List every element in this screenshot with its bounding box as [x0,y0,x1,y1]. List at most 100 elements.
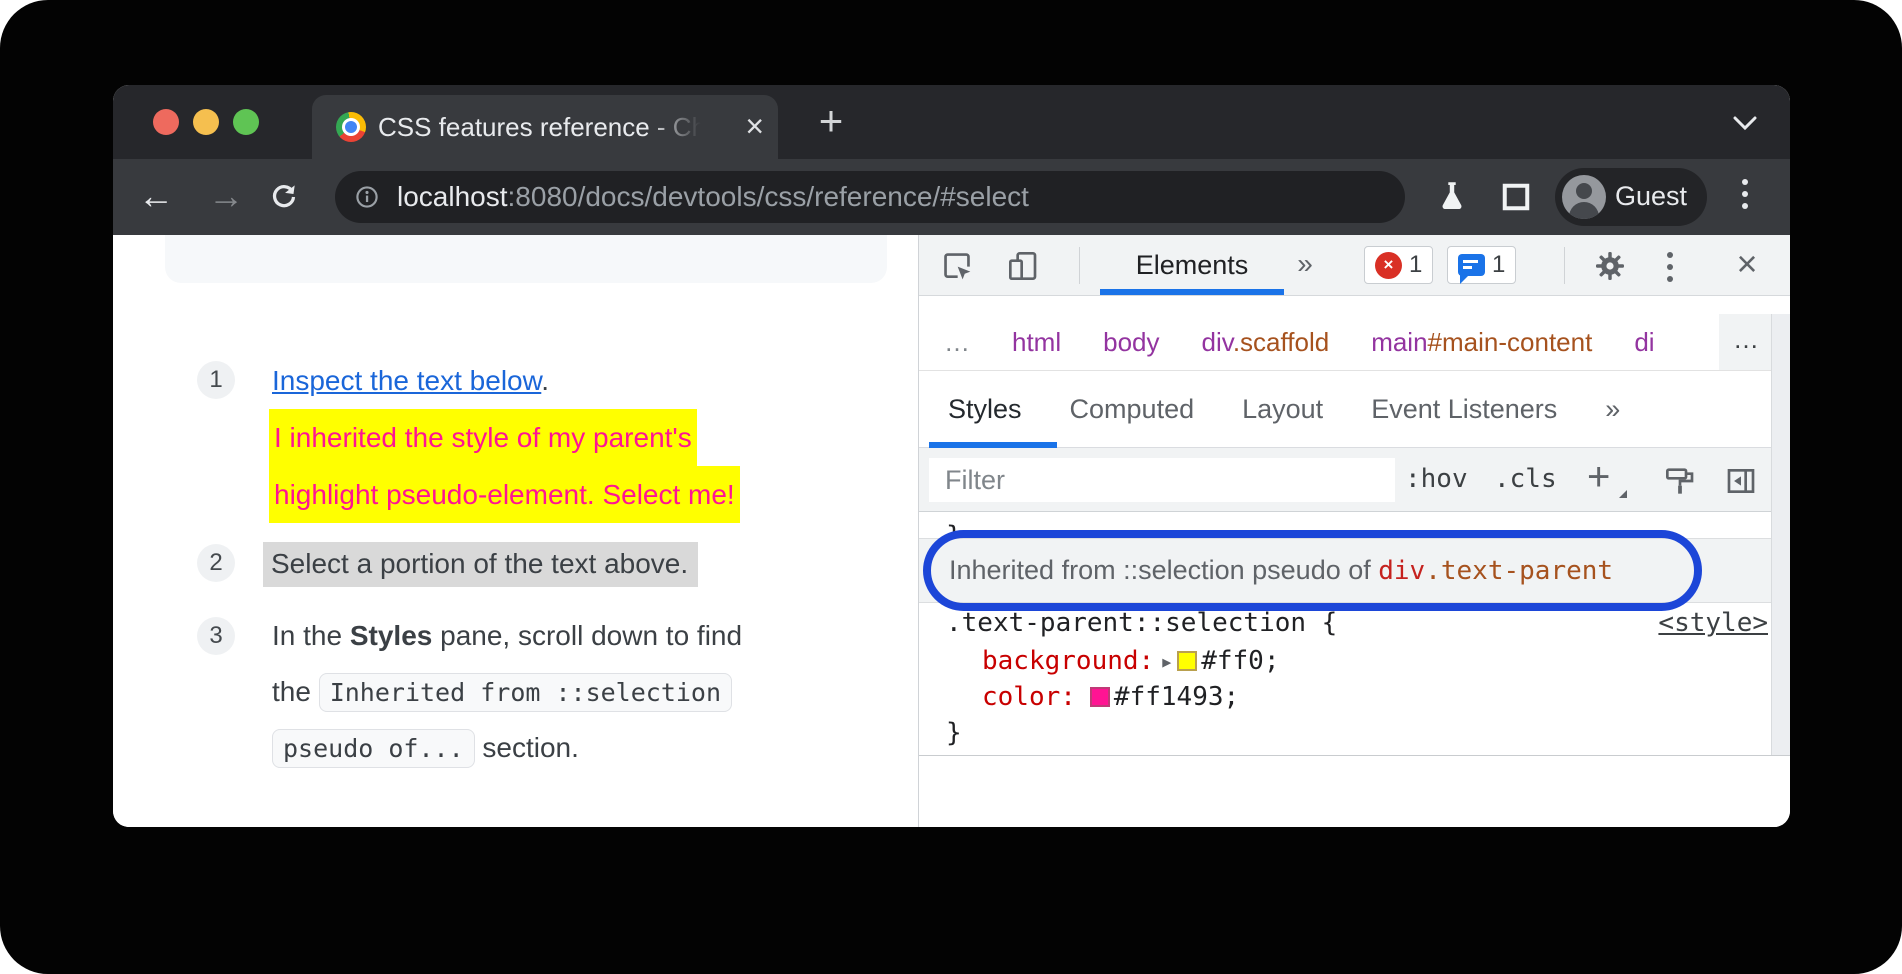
scrollbar-gutter[interactable] [1771,314,1790,755]
tab-elements[interactable]: Elements [1100,235,1284,296]
site-info-icon[interactable] [355,185,379,214]
css-property-background[interactable]: background:▶#ff0; [982,643,1280,679]
more-panels-icon[interactable]: » [1285,235,1325,296]
step-3-pre: In the [272,620,350,651]
error-count: 1 [1409,251,1422,279]
browser-menu-icon[interactable] [1742,179,1748,209]
css-rule-closing-brace: } [946,715,962,751]
rendering-paint-icon[interactable] [1664,465,1696,502]
profile-chip[interactable]: Guest [1555,168,1707,226]
traffic-light-close[interactable] [153,109,179,135]
css-value-color: #ff1493; [1114,682,1239,712]
settings-gear-icon[interactable] [1594,250,1626,287]
breadcrumb-item-div-scaffold[interactable]: div.scaffold [1202,327,1330,358]
filter-input[interactable] [929,458,1395,502]
highlighted-demo-text[interactable]: I inherited the style of my parent's hig… [269,409,740,523]
toggle-class-editor[interactable]: .cls [1494,448,1557,512]
styles-filter-bar: :hov .cls + [919,448,1790,512]
profile-name: Guest [1615,168,1687,226]
step-3-post: pane, scroll down to find [432,620,742,651]
new-style-rule-button[interactable]: + [1587,448,1610,512]
selected-text: Select a portion of the text above. [263,542,698,587]
inline-code-2: pseudo of... [272,729,475,768]
step-1-period: . [541,365,549,396]
url-host: localhost [397,181,508,212]
issues-badge[interactable]: 1 [1447,246,1516,284]
devtools-panel: Elements » × 1 1 [918,235,1790,827]
tab-title-fade [648,95,710,159]
step-3-bold: Styles [350,620,433,651]
devtools-close-icon[interactable]: × [1719,235,1775,296]
annotation-oval [923,530,1702,611]
device-toolbar-icon[interactable] [1007,250,1039,287]
browser-window: CSS features reference - Chron × + ← → l… [113,85,1790,827]
chrome-favicon-icon [336,112,366,142]
highlight-line-1: I inherited the style of my parent's [269,409,697,466]
devtools-toolbar: Elements » × 1 1 [919,235,1790,296]
toolbar-divider [1564,247,1565,284]
error-icon: × [1375,252,1402,279]
style-origin-link[interactable]: <style> [1658,605,1768,641]
avatar [1562,175,1606,219]
css-value-background: #ff0; [1201,646,1279,676]
devtools-menu-icon[interactable] [1667,252,1673,282]
breadcrumb-ellipsis[interactable]: … [944,327,970,358]
sidebar-more-tabs-icon[interactable]: » [1605,394,1620,425]
inspect-text-link[interactable]: Inspect the text below [272,365,541,396]
step-number-badge: 1 [197,361,235,399]
color-swatch-yellow[interactable] [1177,651,1197,671]
url-text: localhost:8080/docs/devtools/css/referen… [397,171,1029,223]
step-number-badge: 3 [197,617,235,655]
tab-close-icon[interactable]: × [745,95,764,159]
screenshot-canvas: CSS features reference - Chron × + ← → l… [0,0,1902,974]
tab-strip: CSS features reference - Chron × + [113,85,1790,159]
tab-event-listeners[interactable]: Event Listeners [1371,394,1557,425]
callout-card-bottom [165,235,887,283]
chevron-down-icon[interactable] [1732,115,1758,136]
tab-layout[interactable]: Layout [1242,394,1323,425]
css-rule-selector[interactable]: .text-parent::selection { [946,605,1337,641]
breadcrumb-overflow-button[interactable]: … [1719,314,1773,370]
forward-button[interactable]: → [201,159,251,235]
breadcrumb-item-body[interactable]: body [1103,327,1159,358]
traffic-light-minimize[interactable] [193,109,219,135]
step-1-text: Inspect the text below. [272,359,549,403]
step-3-line-2: the Inherited from ::selection [272,665,732,719]
step-3-line3-post: section. [475,732,579,763]
url-path: :8080/docs/devtools/css/reference/#selec… [508,181,1029,212]
back-button[interactable]: ← [131,159,181,235]
navigation-toolbar: ← → localhost:8080/docs/devtools/css/ref… [113,159,1790,235]
new-tab-button[interactable]: + [801,85,861,159]
reload-button[interactable] [269,182,299,217]
sidebar-toggle-icon[interactable] [1725,465,1757,502]
step-3-line-3: pseudo of... section. [272,721,579,775]
dom-breadcrumb: … html body div.scaffold main#main-conte… [919,314,1790,371]
highlight-line-2: highlight pseudo-element. Select me! [269,466,740,523]
address-bar[interactable]: localhost:8080/docs/devtools/css/referen… [335,171,1405,223]
experiments-flask-icon[interactable] [1437,181,1467,218]
page-content: 1 Inspect the text below. I inherited th… [113,235,918,827]
inspect-element-icon[interactable] [941,250,973,287]
css-property-color[interactable]: color:#ff1493; [982,679,1239,715]
step-2-text: Select a portion of the text above. [263,538,698,590]
styles-pane-bottom-border [919,755,1790,756]
step-3-line-1: In the Styles pane, scroll down to find [272,614,742,658]
elements-tab-underline [1100,289,1284,295]
console-errors-badge[interactable]: × 1 [1364,246,1433,284]
step-number-badge: 2 [197,544,235,582]
side-panel-icon[interactable] [1501,182,1531,217]
new-rule-corner-triangle [1619,490,1627,498]
breadcrumb-item-truncated[interactable]: di [1634,327,1654,358]
expand-triangle-icon[interactable]: ▶ [1162,644,1171,680]
traffic-light-zoom[interactable] [233,109,259,135]
step-3-line2-pre: the [272,676,319,707]
tab-computed[interactable]: Computed [1070,394,1195,425]
breadcrumb-item-main[interactable]: main#main-content [1371,327,1592,358]
browser-tab[interactable]: CSS features reference - Chron × [312,95,778,159]
breadcrumb-item-html[interactable]: html [1012,327,1061,358]
tab-styles[interactable]: Styles [948,394,1022,425]
color-swatch-pink[interactable] [1090,687,1110,707]
issue-count: 1 [1492,251,1505,279]
issues-bubble-icon [1458,254,1485,276]
toggle-hover-state[interactable]: :hov [1405,448,1468,512]
